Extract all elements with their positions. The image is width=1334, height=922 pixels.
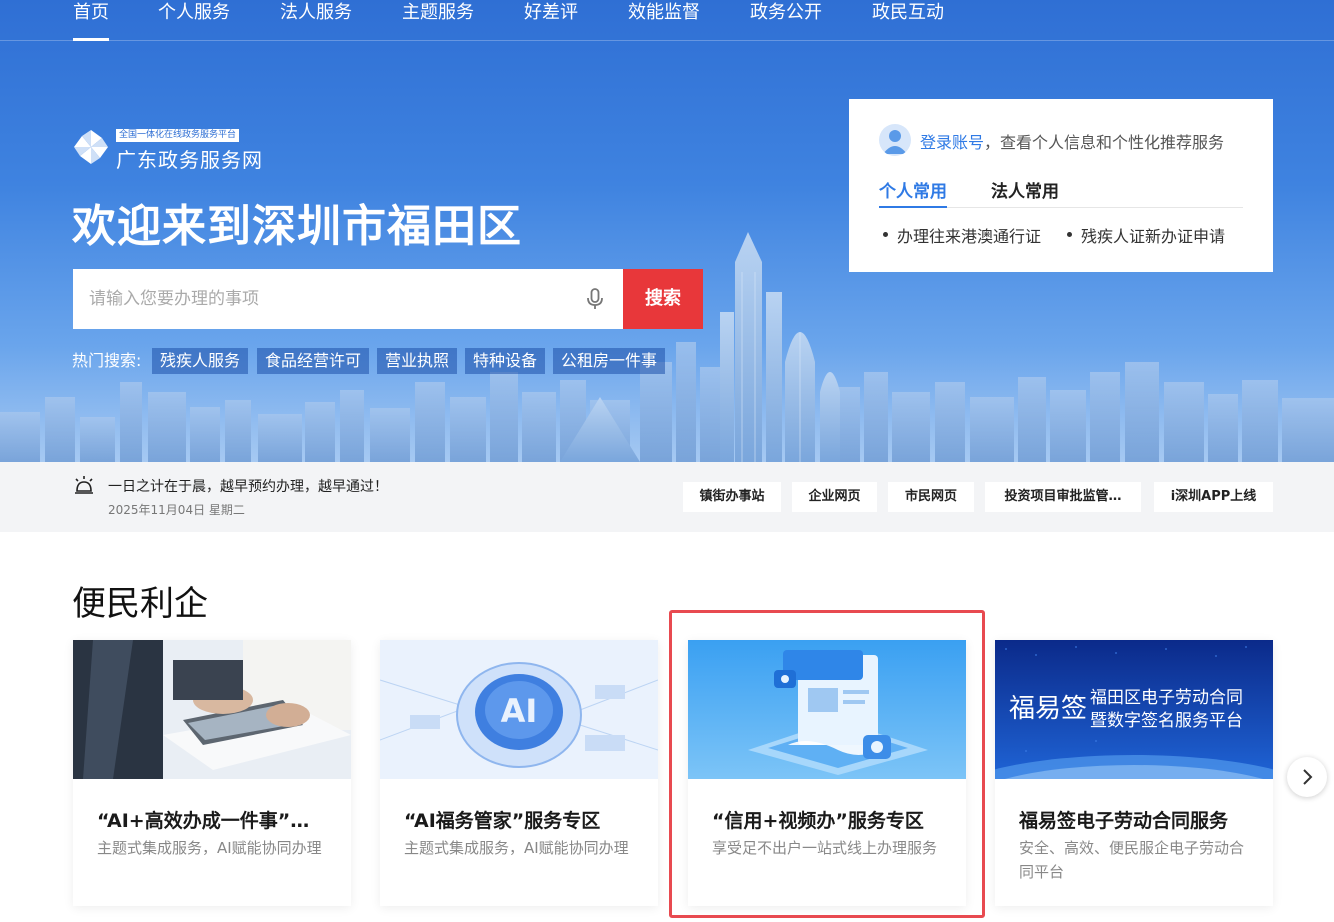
chevron-right-icon xyxy=(1303,769,1313,785)
search-button[interactable]: 搜索 xyxy=(623,269,703,329)
hot-tag-special-equipment[interactable]: 特种设备 xyxy=(465,348,546,374)
hot-tag-business-license[interactable]: 营业执照 xyxy=(377,348,458,374)
service-card-credit-video[interactable]: “信用+视频办”服务专区 享受足不出户一站式线上办理服务 xyxy=(688,640,966,906)
nav-efficiency-supervision[interactable]: 效能监督 xyxy=(628,0,700,41)
service-card-fuyiqian-contract[interactable]: 福易签 福田区电子劳动合同 暨数字签名服务平台 福易签电子劳动合同服务 安全、高… xyxy=(995,640,1273,906)
card-description: 主题式集成服务，AI赋能协同办理 xyxy=(97,839,322,857)
logo-subtitle: 全国一体化在线政务服务平台 xyxy=(116,129,240,142)
nav-public-interaction[interactable]: 政民互动 xyxy=(872,0,944,41)
welcome-heading: 欢迎来到深圳市福田区 xyxy=(72,201,522,252)
hot-tag-food-license[interactable]: 食品经营许可 xyxy=(257,348,370,374)
nav-personal-services[interactable]: 个人服务 xyxy=(158,0,230,41)
login-prompt: 登录账号，查看个人信息和个性化推荐服务 xyxy=(920,129,1224,153)
user-avatar-icon[interactable] xyxy=(879,124,911,156)
quick-link-ishenzhen-app[interactable]: i深圳APP上线 xyxy=(1154,482,1273,512)
tab-corporate-common[interactable]: 法人常用 xyxy=(991,177,1059,208)
banner-brand: 福易签 xyxy=(1009,694,1087,724)
search-input[interactable] xyxy=(73,269,573,329)
carousel-next-button[interactable] xyxy=(1287,757,1327,797)
hot-tag-public-housing[interactable]: 公租房一件事 xyxy=(553,348,666,374)
nav-theme-services[interactable]: 主题服务 xyxy=(402,0,474,41)
link-hk-macau-permit[interactable]: 办理往来港澳通行证 xyxy=(879,223,1041,247)
card-description: 主题式集成服务，AI赋能协同办理 xyxy=(404,839,629,857)
microphone-icon[interactable] xyxy=(583,287,607,311)
quick-link-investment-approval[interactable]: 投资项目审批监管… xyxy=(985,482,1141,512)
notice-bar: 一日之计在于晨，越早预约办理，越早通过！ 2025年11月04日 星期二 镇街办… xyxy=(0,462,1334,532)
quick-link-street-office[interactable]: 镇街办事站 xyxy=(683,482,781,512)
card-description: 安全、高效、便民服企电子劳动合同平台 xyxy=(1019,839,1245,881)
card-image-document-platform xyxy=(688,640,966,779)
nav-home[interactable]: 首页 xyxy=(73,0,109,41)
search-bar: 搜索 xyxy=(73,269,703,329)
card-title: “AI+高效办成一件事”… xyxy=(97,810,310,832)
notice-date: 2025年11月04日 星期二 xyxy=(108,503,245,517)
site-logo[interactable]: 全国一体化在线政务服务平台 广东政务服务网 xyxy=(72,128,272,172)
login-link[interactable]: 登录账号 xyxy=(920,133,984,152)
card-title: “信用+视频办”服务专区 xyxy=(712,810,924,832)
banner-line2: 暨数字签名服务平台 xyxy=(1090,711,1243,731)
card-image-fuyiqian-banner: 福易签 福田区电子劳动合同 暨数字签名服务平台 xyxy=(995,640,1273,779)
logo-title: 广东政务服务网 xyxy=(116,148,263,172)
alarm-icon xyxy=(75,476,93,494)
notice-text: 一日之计在于晨，越早预约办理，越早通过！ xyxy=(108,479,388,495)
card-title: 福易签电子劳动合同服务 xyxy=(1019,810,1229,832)
card-image-ai-chip: AI xyxy=(380,640,658,779)
service-card-ai-butler[interactable]: AI “AI福务管家”服务专区 主题式集成服务，AI赋能协同办理 xyxy=(380,640,658,906)
nav-good-bad-review[interactable]: 好差评 xyxy=(524,0,578,41)
svg-text:AI: AI xyxy=(501,692,538,730)
quick-link-enterprise-page[interactable]: 企业网页 xyxy=(792,482,877,512)
card-image-business-meeting xyxy=(73,640,351,779)
card-description: 享受足不出户一站式线上办理服务 xyxy=(712,839,938,857)
login-description: ，查看个人信息和个性化推荐服务 xyxy=(984,133,1225,152)
quick-link-citizen-page[interactable]: 市民网页 xyxy=(888,482,974,512)
hot-search-label: 热门搜索: xyxy=(72,351,142,370)
top-navigation: 首页 个人服务 法人服务 主题服务 好差评 效能监督 政务公开 政民互动 xyxy=(0,0,1334,41)
card-title: “AI福务管家”服务专区 xyxy=(404,810,601,832)
banner-line1: 福田区电子劳动合同 xyxy=(1090,688,1243,708)
pinwheel-logo-icon xyxy=(74,130,108,164)
tab-personal-common[interactable]: 个人常用 xyxy=(879,177,947,208)
nav-government-affairs[interactable]: 政务公开 xyxy=(750,0,822,41)
link-disability-card[interactable]: 残疾人证新办证申请 xyxy=(1063,223,1225,247)
login-card: 登录账号，查看个人信息和个性化推荐服务 个人常用 法人常用 办理往来港澳通行证 … xyxy=(849,99,1273,272)
hot-tag-disabled-services[interactable]: 残疾人服务 xyxy=(152,348,249,374)
common-tabs: 个人常用 法人常用 xyxy=(879,177,1243,208)
section-title: 便民利企 xyxy=(72,584,208,624)
service-card-ai-efficiency[interactable]: “AI+高效办成一件事”… 主题式集成服务，AI赋能协同办理 xyxy=(73,640,351,906)
nav-corporate-services[interactable]: 法人服务 xyxy=(280,0,352,41)
hero-banner: 首页 个人服务 法人服务 主题服务 好差评 效能监督 政务公开 政民互动 全国一… xyxy=(0,0,1334,462)
